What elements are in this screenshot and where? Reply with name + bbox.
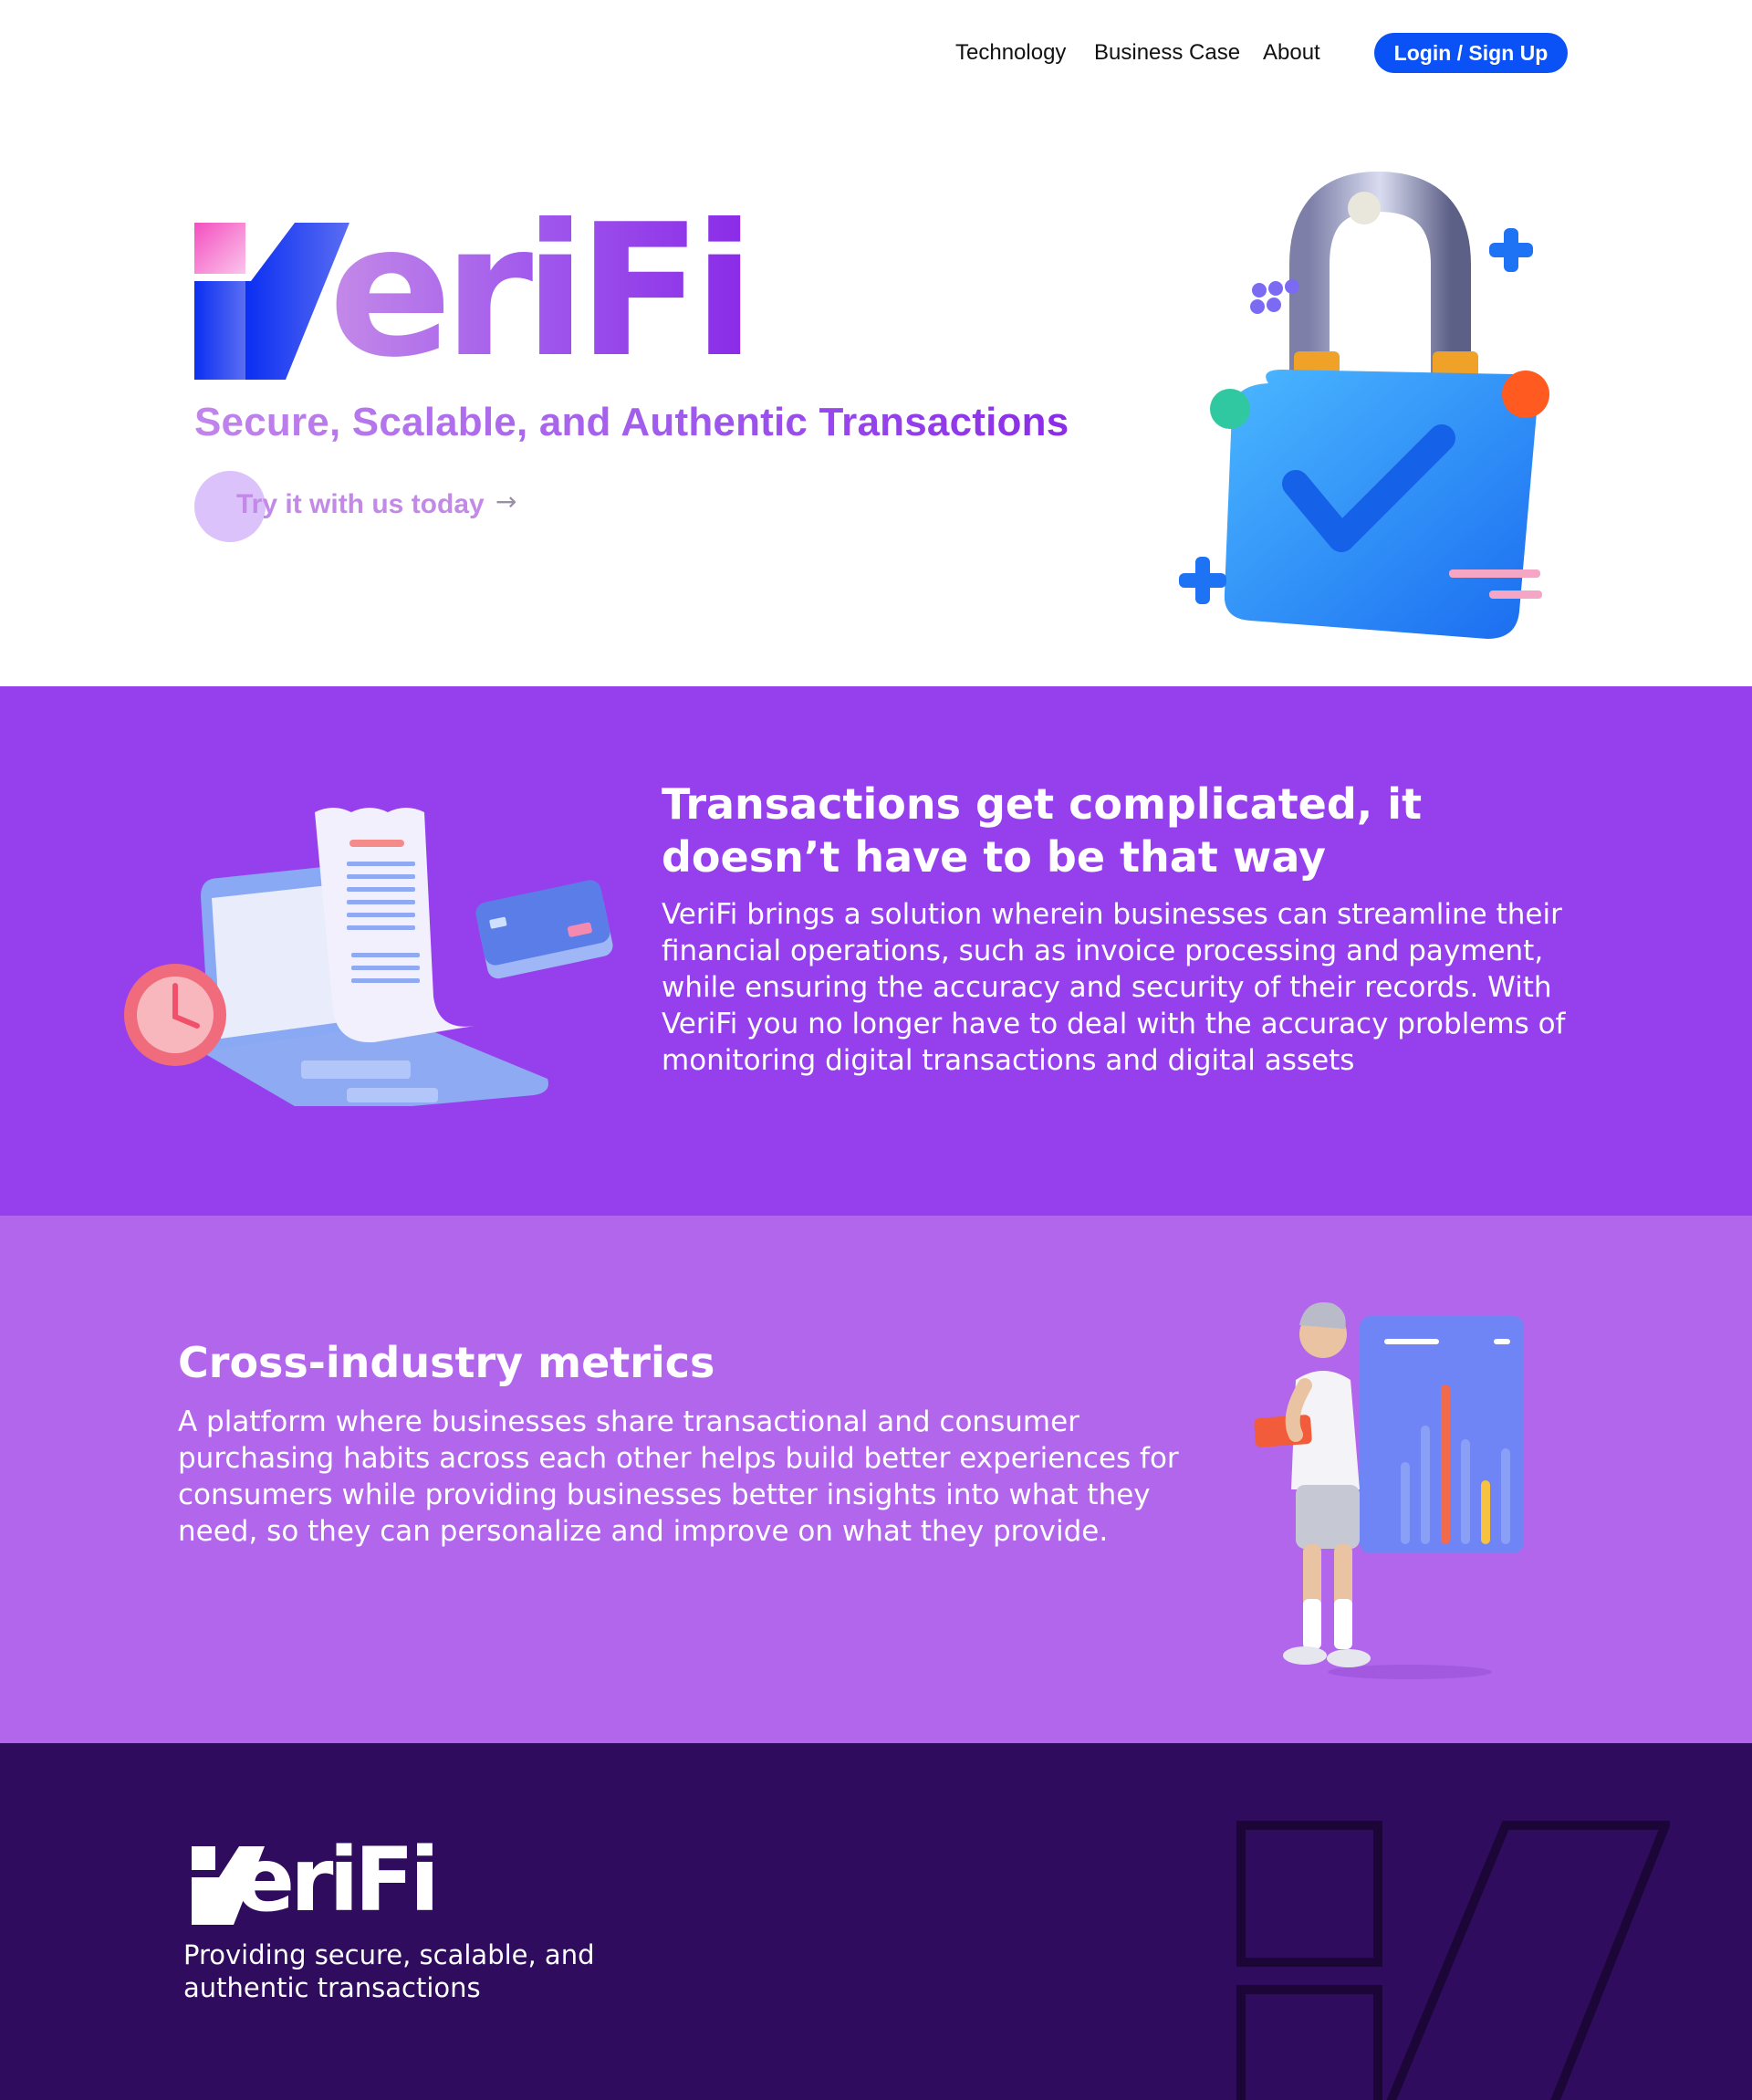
problem-body: VeriFi brings a solution wherein busines… <box>662 898 1566 1077</box>
footer-logo-outline-decoration <box>1236 1821 1670 2100</box>
login-signup-button[interactable]: Login / Sign Up <box>1374 33 1568 73</box>
analyst-with-chart-illustration <box>1254 1302 1524 1679</box>
hero-tagline: Secure, Scalable, and Authentic Transact… <box>194 400 1069 444</box>
problem-title: Transactions get complicated, it doesn’t… <box>662 779 1423 882</box>
padlock-check-illustration <box>1179 171 1549 639</box>
footer-tagline: Providing secure, scalable, and authenti… <box>183 1939 595 2003</box>
metrics-section: Cross-industry metrics A platform where … <box>0 1216 1752 1743</box>
metrics-title: Cross-industry metrics <box>178 1338 715 1387</box>
footer-logo-text: eriFi <box>235 1829 440 1931</box>
problem-section: Transactions get complicated, it doesn’t… <box>0 686 1752 1216</box>
arrow-right-icon: → <box>495 486 517 517</box>
nav-link-technology[interactable]: Technology <box>955 40 1066 66</box>
top-nav: Technology Business Case About Login / S… <box>0 0 1752 110</box>
cta-label: Try it with us today <box>236 489 485 519</box>
verifi-logo-text: eriFi <box>328 185 756 398</box>
metrics-body: A platform where businesses share transa… <box>178 1405 1179 1548</box>
laptop-invoice-illustration <box>124 808 613 1106</box>
site-footer: eriFi Providing secure, scalable, and au… <box>0 1743 1752 2100</box>
hero-section: eriFi Secure, Scalable, and Authentic Tr… <box>0 110 1752 686</box>
try-it-cta-link[interactable]: Try it with us today → <box>194 471 541 544</box>
nav-link-about[interactable]: About <box>1263 40 1320 66</box>
nav-link-business-case[interactable]: Business Case <box>1094 40 1240 66</box>
